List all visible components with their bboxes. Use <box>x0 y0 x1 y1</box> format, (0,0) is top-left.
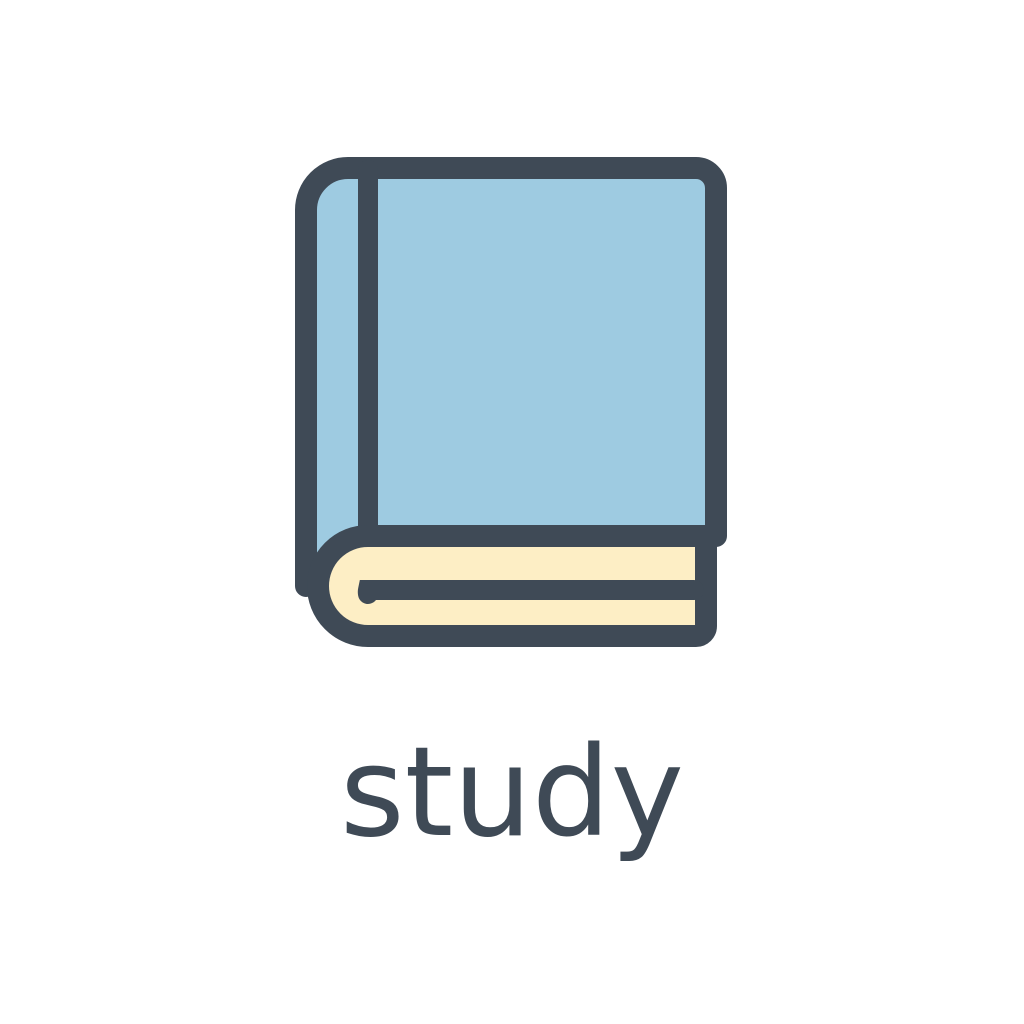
caption-label: study <box>340 721 684 865</box>
book-page-line <box>357 580 704 604</box>
icon-card: study <box>0 0 1024 1024</box>
book-icon <box>295 157 727 647</box>
